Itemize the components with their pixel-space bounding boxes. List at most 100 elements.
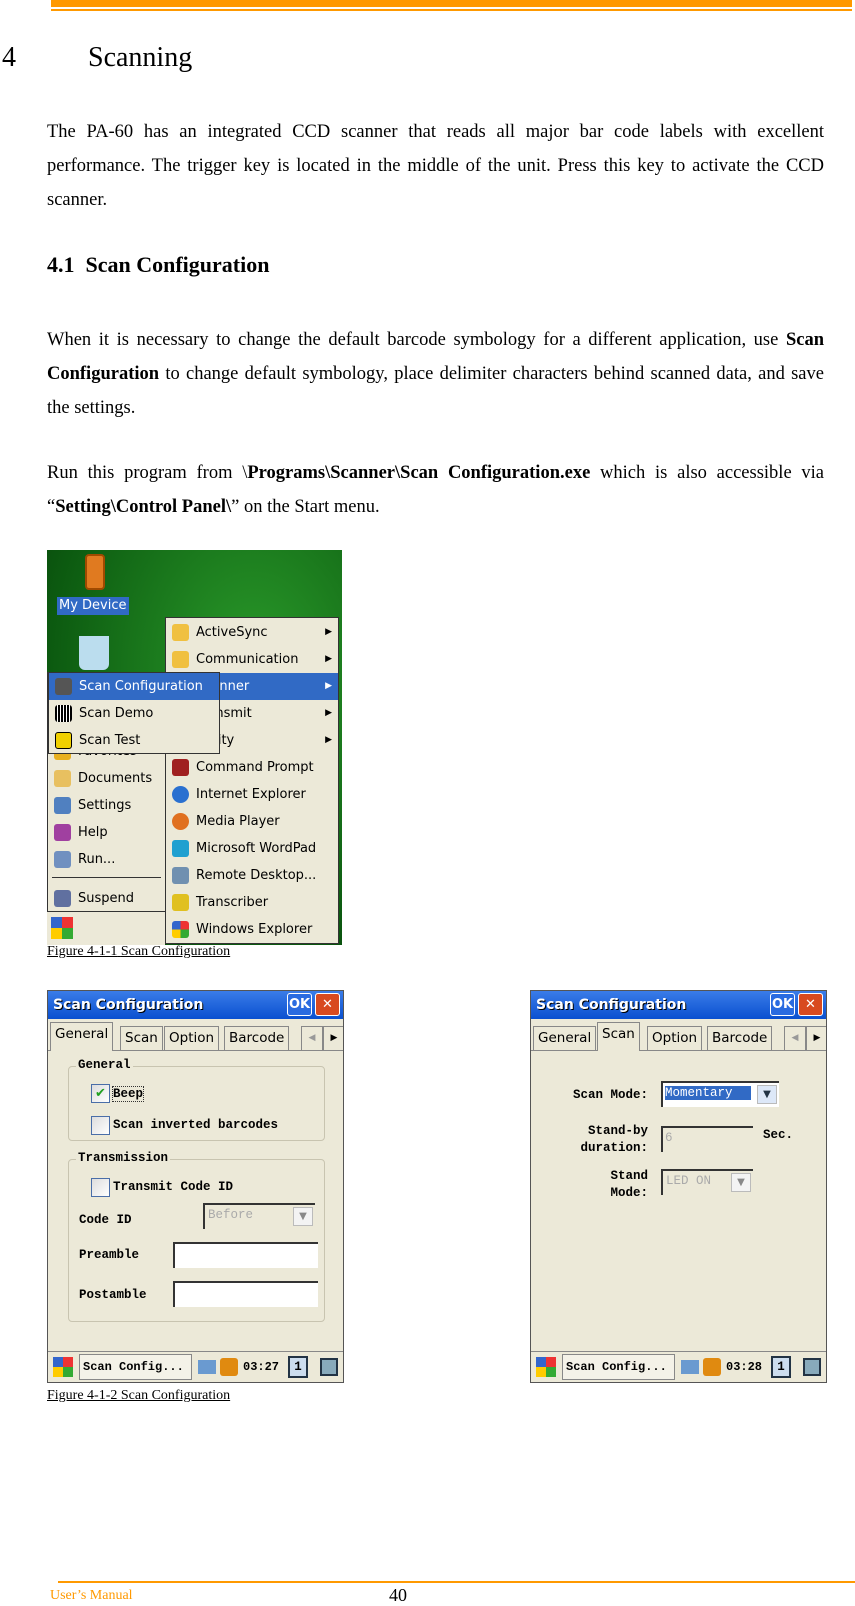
tab-barcode[interactable]: Barcode [707, 1026, 773, 1050]
question-icon [55, 732, 72, 749]
beep-checkbox[interactable]: ✔ [91, 1084, 110, 1103]
label: Internet Explorer [196, 787, 306, 802]
label: Help [78, 825, 108, 840]
help-icon [54, 824, 71, 841]
window-title: Scan Configuration [536, 997, 687, 1013]
internet-explorer-icon [172, 786, 189, 803]
programs-menu: ActiveSync ▶ Communication ▶ Scanner ▶ Tran… [165, 617, 339, 944]
preamble-label: Preamble [79, 1248, 140, 1262]
label: Run... [78, 852, 116, 867]
tab-scroll-left-button[interactable]: ◀ [784, 1026, 806, 1050]
header-line [51, 9, 852, 11]
ok-button[interactable]: OK [287, 993, 312, 1016]
chevron-down-icon: ▼ [293, 1207, 313, 1226]
scanner-item-scan-demo[interactable]: Scan Demo [49, 700, 219, 727]
page-number: 40 [389, 1585, 407, 1605]
submenu-arrow-icon: ▶ [325, 681, 332, 691]
recycle-bin-icon [79, 636, 109, 670]
tab-divider [531, 1050, 826, 1051]
tab-general[interactable]: General [50, 1022, 114, 1051]
tab-scan[interactable]: Scan [597, 1022, 640, 1051]
programs-item[interactable]: Transcriber [166, 889, 338, 916]
start-button-windows-icon[interactable] [53, 1357, 73, 1377]
scan-mode-label: Scan Mode: [572, 1088, 648, 1102]
postamble-input[interactable] [173, 1281, 318, 1307]
wireless-icon [703, 1358, 721, 1376]
paragraph-2: Run this program from \Programs\Scanner\… [47, 456, 824, 524]
switch-windows-icon[interactable] [803, 1358, 821, 1376]
programs-item[interactable]: Media Player [166, 808, 338, 835]
programs-item[interactable]: Internet Explorer [166, 781, 338, 808]
command-prompt-icon [172, 759, 189, 776]
start-button-windows-icon[interactable] [536, 1357, 556, 1377]
tab-scroll-left-button[interactable]: ◀ [301, 1026, 323, 1050]
tab-barcode[interactable]: Barcode [224, 1026, 290, 1050]
beep-label: Beep [112, 1086, 145, 1102]
transcriber-icon [172, 894, 189, 911]
desktop-number-button[interactable]: 1 [288, 1356, 308, 1378]
barcode-icon [55, 705, 72, 722]
folder-icon [172, 651, 189, 668]
figure-start-menu-screenshot: My Device Favorites Documents Settings H… [47, 550, 342, 945]
submenu-arrow-icon: ▶ [325, 627, 332, 637]
chapter-title: Scanning [88, 42, 193, 73]
tab-general[interactable]: General [533, 1026, 597, 1050]
label: ActiveSync [196, 625, 268, 640]
tab-scan[interactable]: Scan [120, 1026, 163, 1050]
value: LED ON [666, 1174, 712, 1188]
my-device-label[interactable]: My Device [57, 597, 129, 615]
taskbar-task-button[interactable]: Scan Config... [79, 1354, 192, 1380]
programs-item[interactable]: ActiveSync ▶ [166, 619, 338, 646]
programs-item[interactable]: Windows Explorer [166, 916, 338, 943]
chevron-down-icon: ▼ [731, 1173, 751, 1192]
submenu-arrow-icon: ▶ [325, 654, 332, 664]
value: Momentary [665, 1086, 751, 1100]
taskbar-task-button[interactable]: Scan Config... [562, 1354, 675, 1380]
tab-scroll-right-button[interactable]: ▶ [806, 1026, 826, 1050]
section-number: 4.1 [47, 252, 75, 277]
programs-item[interactable]: Microsoft WordPad [166, 835, 338, 862]
tab-option[interactable]: Option [164, 1026, 220, 1050]
stand-mode-label: Stand Mode: [610, 1168, 648, 1202]
start-item-documents[interactable]: Documents [48, 765, 165, 792]
start-button-windows-icon[interactable] [51, 917, 73, 939]
start-item-settings[interactable]: Settings [48, 792, 165, 819]
programs-item[interactable]: Communication ▶ [166, 646, 338, 673]
start-item-help[interactable]: Help [48, 819, 165, 846]
code-id-select[interactable]: Before ▼ [203, 1203, 315, 1229]
taskbar: Scan Config... 03:28 1 [531, 1351, 826, 1382]
scanner-item-scan-test[interactable]: Scan Test [49, 727, 219, 754]
close-button[interactable]: ✕ [798, 993, 823, 1016]
start-item-suspend[interactable]: Suspend [48, 885, 165, 912]
chevron-down-icon: ▼ [757, 1085, 777, 1104]
desktop-number-button[interactable]: 1 [771, 1356, 791, 1378]
section-title: Scan Configuration [85, 252, 270, 277]
scanner-submenu: Scan Configuration Scan Demo Scan Test [48, 672, 220, 754]
remote-desktop-icon [172, 867, 189, 884]
ok-button[interactable]: OK [770, 993, 795, 1016]
window-title: Scan Configuration [53, 997, 204, 1013]
programs-item[interactable]: Remote Desktop... [166, 862, 338, 889]
tab-scroll-right-button[interactable]: ▶ [323, 1026, 343, 1050]
label: Scan Configuration [120, 944, 231, 959]
my-device-icon [85, 554, 105, 590]
switch-windows-icon[interactable] [320, 1358, 338, 1376]
scan-inverted-checkbox[interactable] [91, 1116, 110, 1135]
close-button[interactable]: ✕ [315, 993, 340, 1016]
programs-item[interactable]: Command Prompt [166, 754, 338, 781]
preamble-input[interactable] [173, 1242, 318, 1268]
tab-option[interactable]: Option [647, 1026, 703, 1050]
text: to change default symbology, place delim… [47, 364, 824, 418]
run-icon [54, 851, 71, 868]
standby-duration-input[interactable]: 6 [661, 1126, 753, 1152]
scan-mode-select[interactable]: Momentary ▼ [661, 1081, 779, 1107]
media-player-icon [172, 813, 189, 830]
transmit-code-id-checkbox[interactable] [91, 1178, 110, 1197]
stand-mode-select[interactable]: LED ON ▼ [661, 1169, 753, 1195]
figure-2-caption: Figure 4-1-2 Scan Configuration [47, 1388, 231, 1403]
paragraph-1: When it is necessary to change the defau… [47, 323, 824, 425]
start-item-run[interactable]: Run... [48, 846, 165, 873]
taskbar: Scan Config... 03:27 1 [48, 1351, 343, 1382]
scanner-item-scan-configuration[interactable]: Scan Configuration [49, 673, 219, 700]
scanner-gun-icon [55, 678, 72, 695]
